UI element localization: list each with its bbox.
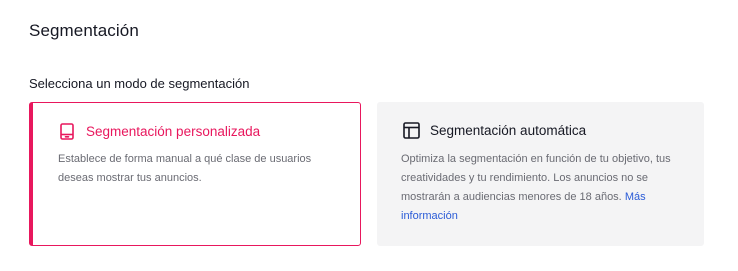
- custom-card-header: Segmentación personalizada: [58, 122, 260, 140]
- custom-segmentation-card[interactable]: Segmentación personalizada Establece de …: [29, 102, 361, 246]
- auto-card-title: Segmentación automática: [430, 122, 587, 138]
- device-tablet-icon: [58, 122, 76, 140]
- custom-card-title: Segmentación personalizada: [86, 123, 261, 139]
- segmentation-panel: Segmentación Selecciona un modo de segme…: [0, 0, 738, 271]
- section-title: Segmentación: [29, 21, 139, 40]
- auto-card-header: Segmentación automática: [402, 121, 586, 139]
- auto-card-description: Optimiza la segmentación en función de t…: [401, 150, 691, 226]
- layout-icon: [402, 121, 420, 139]
- mode-select-label: Selecciona un modo de segmentación: [29, 76, 250, 91]
- automatic-segmentation-card[interactable]: Segmentación automática Optimiza la segm…: [377, 102, 704, 246]
- custom-card-description: Establece de forma manual a qué clase de…: [58, 153, 312, 184]
